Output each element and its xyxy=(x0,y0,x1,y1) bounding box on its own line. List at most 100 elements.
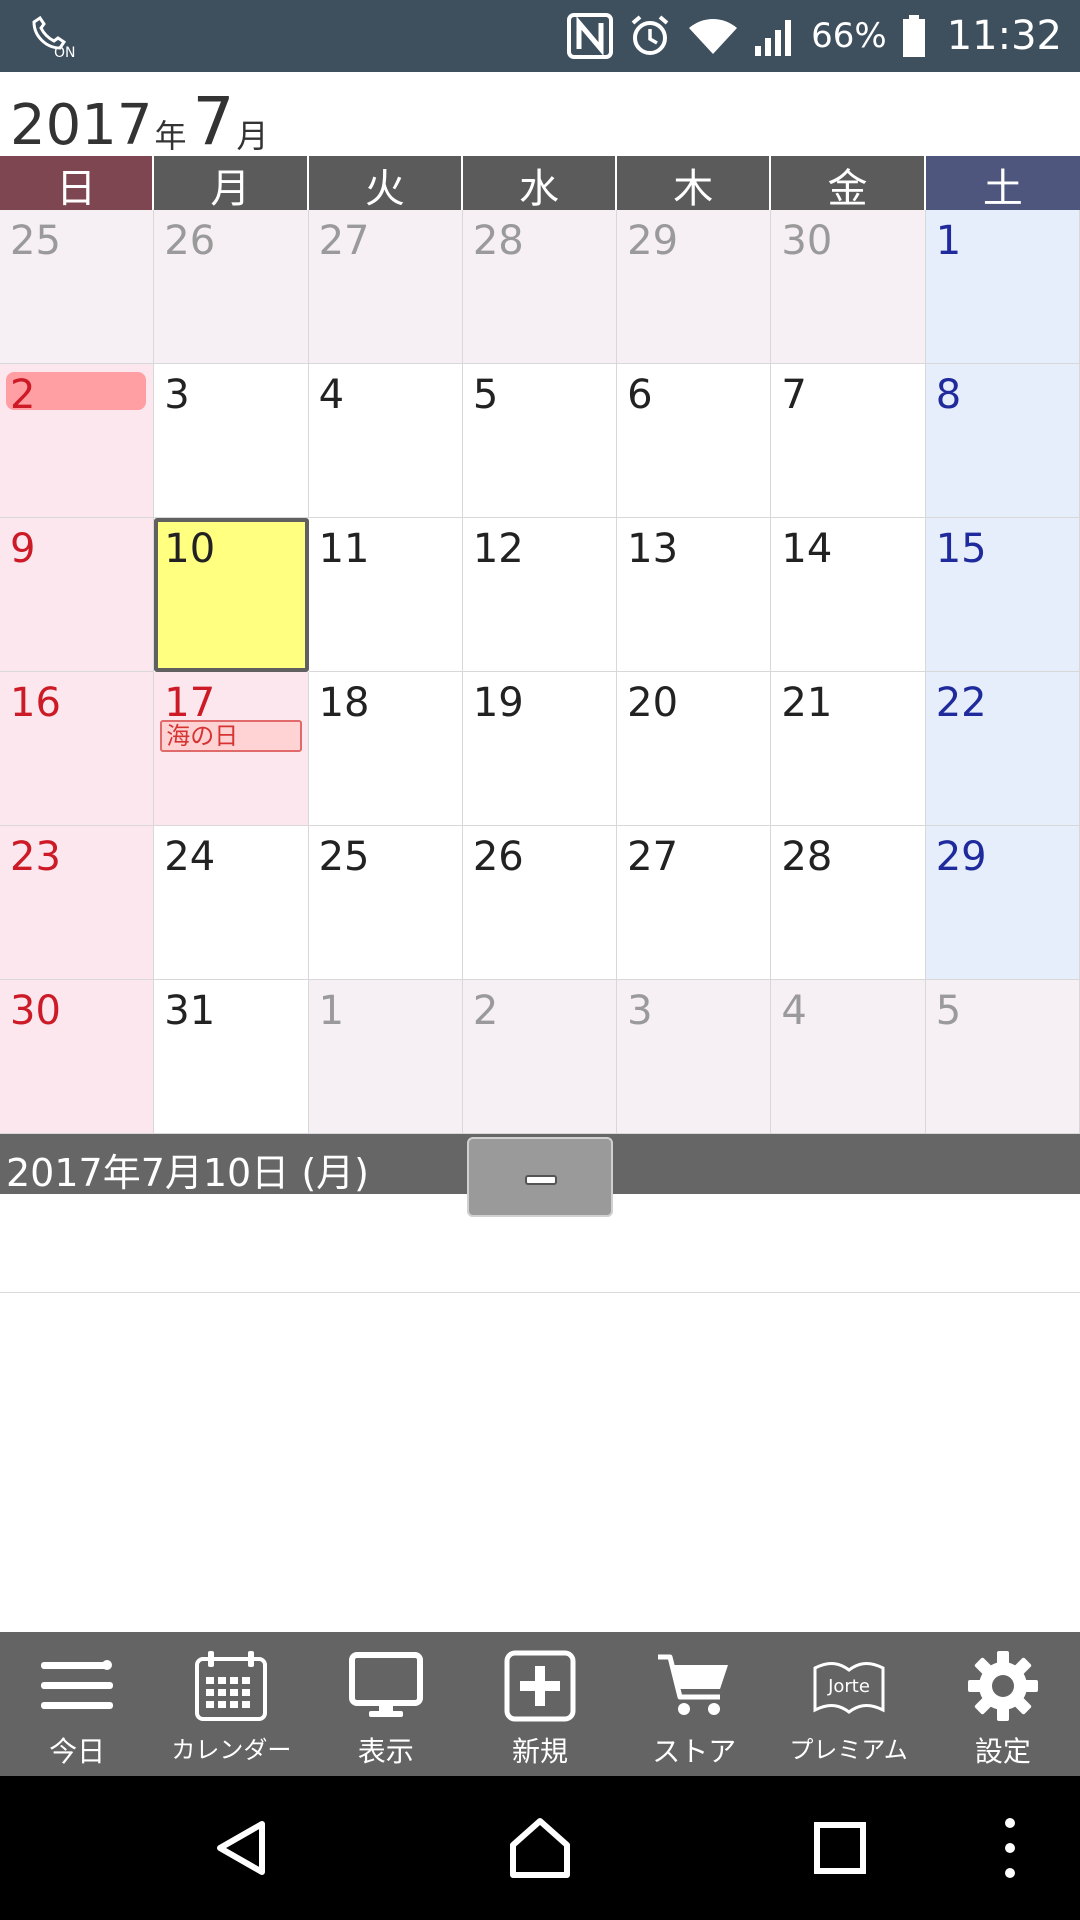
day-number: 14 xyxy=(781,526,833,572)
event-list-divider xyxy=(0,1292,1080,1293)
toolbar-store-label: ストア xyxy=(652,1735,737,1768)
day-cell[interactable]: 18 xyxy=(308,672,463,826)
day-number: 8 xyxy=(935,372,962,418)
day-number: 16 xyxy=(10,680,61,726)
day-number: 22 xyxy=(935,680,987,726)
day-cell[interactable]: 3 xyxy=(617,980,772,1134)
day-cell[interactable]: 5 xyxy=(462,364,618,518)
monitor-icon xyxy=(346,1646,426,1726)
day-number: 24 xyxy=(164,834,216,880)
day-number: 26 xyxy=(472,834,524,880)
toolbar-today-button[interactable]: 今日 xyxy=(0,1632,154,1776)
day-cell[interactable]: 28 xyxy=(462,210,618,364)
holiday-event[interactable]: 海の日 xyxy=(160,720,303,752)
day-cell[interactable]: 27 xyxy=(617,826,772,980)
day-cell[interactable]: 21 xyxy=(771,672,926,826)
day-cell[interactable]: 28 xyxy=(771,826,926,980)
day-cell[interactable]: 2 xyxy=(0,364,155,518)
day-cell[interactable]: 30 xyxy=(771,210,926,364)
day-number: 10 xyxy=(164,526,216,572)
day-cell[interactable]: 5 xyxy=(925,980,1080,1134)
month-header[interactable]: 2017 年 7 月 xyxy=(10,80,275,156)
nfc-icon xyxy=(567,13,614,59)
day-cell[interactable]: 23 xyxy=(0,826,155,980)
status-bar: ON 66% 11:32 xyxy=(0,0,1080,72)
day-cell[interactable]: 15 xyxy=(925,518,1080,672)
day-cell[interactable]: 25 xyxy=(0,210,155,364)
toolbar-premium-label: プレミアム xyxy=(789,1736,908,1764)
day-cell[interactable]: 8 xyxy=(925,364,1080,518)
day-cell[interactable]: 14 xyxy=(771,518,926,672)
bottom-toolbar: 今日 カレンダー 表示 新規 ストア Jorte プレミアム 設定 xyxy=(0,1632,1080,1776)
day-number: 25 xyxy=(318,834,370,880)
day-number: 30 xyxy=(781,218,833,264)
day-cell[interactable]: 9 xyxy=(0,518,155,672)
day-cell[interactable]: 1 xyxy=(308,980,463,1134)
day-cell[interactable]: 25 xyxy=(308,826,463,980)
day-cell[interactable]: 3 xyxy=(154,364,309,518)
toolbar-settings-label: 設定 xyxy=(974,1735,1031,1768)
day-cell[interactable]: 7 xyxy=(771,364,926,518)
weekday-sunday: 日 xyxy=(0,156,155,214)
collapse-button[interactable] xyxy=(467,1137,613,1217)
day-cell[interactable]: 26 xyxy=(462,826,618,980)
day-number: 20 xyxy=(627,680,679,726)
home-button[interactable] xyxy=(500,1808,580,1888)
day-number: 21 xyxy=(781,680,833,726)
toolbar-settings-button[interactable]: 設定 xyxy=(926,1632,1080,1776)
day-number: 31 xyxy=(164,988,216,1034)
battery-percent: 66% xyxy=(811,16,887,56)
navigation-bar xyxy=(0,1776,1080,1920)
toolbar-calendar-button[interactable]: カレンダー xyxy=(154,1632,308,1776)
toolbar-store-button[interactable]: ストア xyxy=(617,1632,771,1776)
month-header-year: 2017 xyxy=(10,93,153,158)
month-header-month: 7 xyxy=(192,83,235,160)
day-cell[interactable]: 27 xyxy=(308,210,463,364)
day-number: 12 xyxy=(472,526,524,572)
day-cell-today[interactable]: 10 xyxy=(154,518,309,672)
day-cell[interactable]: 1 xyxy=(925,210,1080,364)
day-number: 1 xyxy=(318,988,345,1034)
day-cell[interactable]: 13 xyxy=(617,518,772,672)
day-number: 19 xyxy=(472,680,524,726)
day-number: 2 xyxy=(472,988,499,1034)
day-cell[interactable]: 31 xyxy=(154,980,309,1134)
toolbar-today-label: 今日 xyxy=(49,1735,106,1768)
call-forwarding-on-icon: ON xyxy=(28,14,80,61)
day-cell[interactable]: 20 xyxy=(617,672,772,826)
day-number: 13 xyxy=(627,526,679,572)
battery-icon xyxy=(901,13,927,59)
day-number: 2 xyxy=(10,372,36,418)
selected-date-label: 2017年7月10日 (月) xyxy=(6,1151,369,1195)
day-number: 18 xyxy=(318,680,370,726)
overflow-menu-button[interactable] xyxy=(980,1808,1040,1888)
day-cell[interactable]: 22 xyxy=(925,672,1080,826)
day-cell[interactable]: 2 xyxy=(462,980,618,1134)
day-cell[interactable]: 19 xyxy=(462,672,618,826)
toolbar-display-label: 表示 xyxy=(357,1735,414,1768)
calendar-icon xyxy=(191,1646,271,1726)
day-cell-holiday[interactable]: 17 海の日 xyxy=(154,672,309,826)
day-cell[interactable]: 4 xyxy=(308,364,463,518)
back-button[interactable] xyxy=(202,1808,282,1888)
day-cell[interactable]: 29 xyxy=(617,210,772,364)
day-cell[interactable]: 30 xyxy=(0,980,155,1134)
toolbar-new-label: 新規 xyxy=(511,1735,568,1768)
toolbar-new-button[interactable]: 新規 xyxy=(463,1632,617,1776)
day-cell[interactable]: 6 xyxy=(617,364,772,518)
day-number: 5 xyxy=(472,372,499,418)
day-cell[interactable]: 12 xyxy=(462,518,618,672)
day-number: 25 xyxy=(10,218,61,264)
day-cell[interactable]: 16 xyxy=(0,672,155,826)
clock: 11:32 xyxy=(946,13,1062,59)
toolbar-premium-button[interactable]: Jorte プレミアム xyxy=(771,1632,925,1776)
recents-button[interactable] xyxy=(800,1808,880,1888)
day-cell[interactable]: 4 xyxy=(771,980,926,1134)
day-cell[interactable]: 11 xyxy=(308,518,463,672)
toolbar-calendar-label: カレンダー xyxy=(171,1736,292,1764)
day-cell[interactable]: 24 xyxy=(154,826,309,980)
cart-icon xyxy=(654,1646,734,1726)
day-cell[interactable]: 29 xyxy=(925,826,1080,980)
toolbar-display-button[interactable]: 表示 xyxy=(309,1632,463,1776)
day-cell[interactable]: 26 xyxy=(154,210,309,364)
